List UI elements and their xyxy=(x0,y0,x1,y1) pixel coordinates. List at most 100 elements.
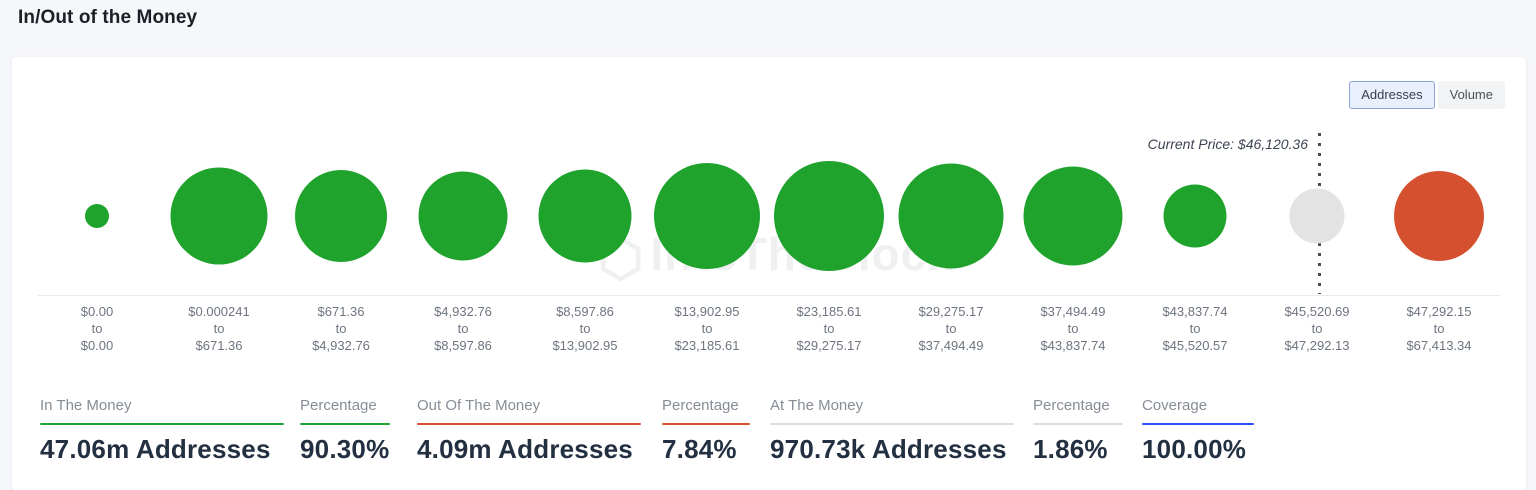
stat-in-the-money: In The Money 47.06m Addresses xyxy=(40,398,284,465)
range-to: $43,837.74 xyxy=(1012,337,1134,354)
volume-toggle-button[interactable]: Volume xyxy=(1438,81,1505,109)
range-to: $8,597.86 xyxy=(402,337,524,354)
stat-label: Percentage xyxy=(662,398,750,414)
price-bucket: $0.00 to $0.00 xyxy=(36,57,158,367)
stat-underline xyxy=(770,423,1014,425)
stat-value: 1.86% xyxy=(1033,434,1123,465)
range-from: $4,932.76 xyxy=(402,303,524,320)
stat-value: 4.09m Addresses xyxy=(417,434,641,465)
stat-out-percentage: Percentage 7.84% xyxy=(662,398,750,465)
bucket-range-label: $8,597.86 to $13,902.95 xyxy=(524,303,646,354)
bubble[interactable] xyxy=(1394,171,1484,261)
range-from: $37,494.49 xyxy=(1012,303,1134,320)
bucket-range-label: $43,837.74 to $45,520.57 xyxy=(1134,303,1256,354)
stat-value: 100.00% xyxy=(1142,434,1254,465)
range-from: $0.00 xyxy=(36,303,158,320)
current-price-label: Current Price: $46,120.36 xyxy=(1148,136,1308,152)
range-to: $0.00 xyxy=(36,337,158,354)
stat-underline xyxy=(300,423,390,425)
range-to: $37,494.49 xyxy=(890,337,1012,354)
stat-at-percentage: Percentage 1.86% xyxy=(1033,398,1123,465)
bucket-range-label: $45,520.69 to $47,292.13 xyxy=(1256,303,1378,354)
range-from: $29,275.17 xyxy=(890,303,1012,320)
range-to: $47,292.13 xyxy=(1256,337,1378,354)
stat-out-of-the-money: Out Of The Money 4.09m Addresses xyxy=(417,398,641,465)
stat-label: Percentage xyxy=(300,398,390,414)
range-separator: to xyxy=(890,320,1012,337)
stat-label: At The Money xyxy=(770,398,1014,414)
bucket-range-label: $0.000241 to $671.36 xyxy=(158,303,280,354)
bubble[interactable] xyxy=(654,163,760,269)
range-separator: to xyxy=(402,320,524,337)
bubble[interactable] xyxy=(1290,189,1345,244)
chart-mode-toggle: Addresses Volume xyxy=(1349,81,1505,109)
range-to: $23,185.61 xyxy=(646,337,768,354)
range-separator: to xyxy=(36,320,158,337)
stat-value: 970.73k Addresses xyxy=(770,434,1014,465)
bubble[interactable] xyxy=(295,170,387,262)
stat-underline xyxy=(1033,423,1123,425)
price-bucket: $4,932.76 to $8,597.86 xyxy=(402,57,524,367)
range-separator: to xyxy=(646,320,768,337)
range-separator: to xyxy=(1256,320,1378,337)
range-from: $23,185.61 xyxy=(768,303,890,320)
bubble[interactable] xyxy=(171,168,268,265)
bucket-range-label: $37,494.49 to $43,837.74 xyxy=(1012,303,1134,354)
range-separator: to xyxy=(524,320,646,337)
stat-label: In The Money xyxy=(40,398,284,414)
stat-label: Coverage xyxy=(1142,398,1254,414)
range-separator: to xyxy=(158,320,280,337)
stat-underline xyxy=(662,423,750,425)
stat-at-the-money: At The Money 970.73k Addresses xyxy=(770,398,1014,465)
stat-label: Percentage xyxy=(1033,398,1123,414)
stat-in-percentage: Percentage 90.30% xyxy=(300,398,390,465)
bubble[interactable] xyxy=(899,164,1004,269)
stat-underline xyxy=(40,423,284,425)
stat-value: 7.84% xyxy=(662,434,750,465)
bubble[interactable] xyxy=(774,161,884,271)
price-bucket: $43,837.74 to $45,520.57 xyxy=(1134,57,1256,367)
range-to: $67,413.34 xyxy=(1378,337,1500,354)
chart-card: Addresses Volume ⬡IntoTheBlock Current P… xyxy=(12,57,1526,490)
x-axis-line xyxy=(38,295,1500,296)
bucket-range-label: $671.36 to $4,932.76 xyxy=(280,303,402,354)
bubble[interactable] xyxy=(1164,185,1227,248)
range-separator: to xyxy=(1012,320,1134,337)
range-to: $29,275.17 xyxy=(768,337,890,354)
bucket-range-label: $4,932.76 to $8,597.86 xyxy=(402,303,524,354)
bucket-range-label: $23,185.61 to $29,275.17 xyxy=(768,303,890,354)
range-to: $671.36 xyxy=(158,337,280,354)
bubble[interactable] xyxy=(1024,167,1123,266)
range-from: $43,837.74 xyxy=(1134,303,1256,320)
page-title: In/Out of the Money xyxy=(18,7,197,29)
range-to: $13,902.95 xyxy=(524,337,646,354)
range-to: $4,932.76 xyxy=(280,337,402,354)
price-bucket: $13,902.95 to $23,185.61 xyxy=(646,57,768,367)
range-from: $13,902.95 xyxy=(646,303,768,320)
price-bucket: $37,494.49 to $43,837.74 xyxy=(1012,57,1134,367)
range-from: $45,520.69 xyxy=(1256,303,1378,320)
range-separator: to xyxy=(280,320,402,337)
bubble[interactable] xyxy=(85,204,109,228)
price-bucket: $0.000241 to $671.36 xyxy=(158,57,280,367)
addresses-toggle-button[interactable]: Addresses xyxy=(1349,81,1434,109)
range-separator: to xyxy=(1378,320,1500,337)
bubble[interactable] xyxy=(539,170,632,263)
range-from: $8,597.86 xyxy=(524,303,646,320)
range-separator: to xyxy=(1134,320,1256,337)
range-to: $45,520.57 xyxy=(1134,337,1256,354)
bucket-range-label: $47,292.15 to $67,413.34 xyxy=(1378,303,1500,354)
bucket-range-label: $0.00 to $0.00 xyxy=(36,303,158,354)
price-bucket: $23,185.61 to $29,275.17 xyxy=(768,57,890,367)
range-from: $47,292.15 xyxy=(1378,303,1500,320)
stat-underline xyxy=(1142,423,1254,425)
stat-value: 47.06m Addresses xyxy=(40,434,284,465)
price-bucket: $8,597.86 to $13,902.95 xyxy=(524,57,646,367)
bubble[interactable] xyxy=(419,172,508,261)
stat-value: 90.30% xyxy=(300,434,390,465)
price-bucket: $671.36 to $4,932.76 xyxy=(280,57,402,367)
stat-label: Out Of The Money xyxy=(417,398,641,414)
stat-underline xyxy=(417,423,641,425)
bubble-row: $0.00 to $0.00 $0.000241 to $671.36 $671… xyxy=(36,57,1500,367)
range-from: $671.36 xyxy=(280,303,402,320)
